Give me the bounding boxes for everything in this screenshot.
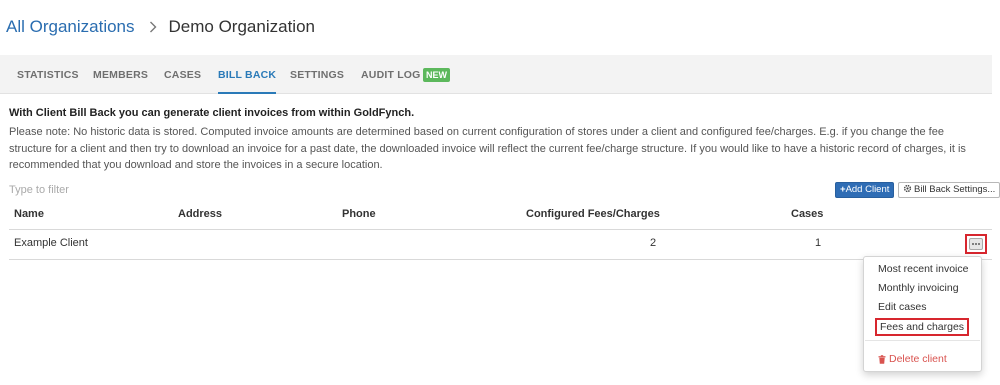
- menu-item-edit-cases[interactable]: Edit cases: [878, 301, 926, 313]
- add-client-label: Add Client: [845, 184, 890, 195]
- ellipsis-icon: [969, 238, 983, 250]
- delete-client-label: Delete client: [889, 353, 947, 365]
- column-header-name[interactable]: Name: [14, 208, 44, 220]
- client-name-cell: Example Client: [14, 237, 88, 249]
- tab-members[interactable]: MEMBERS: [93, 55, 148, 94]
- new-badge: NEW: [423, 68, 450, 82]
- row-actions-button[interactable]: [965, 234, 987, 254]
- tab-cases[interactable]: CASES: [164, 55, 201, 94]
- breadcrumb: All Organizations Demo Organization: [6, 17, 315, 37]
- column-header-fees-charges[interactable]: Configured Fees/Charges: [526, 208, 660, 220]
- column-header-phone[interactable]: Phone: [342, 208, 376, 220]
- table-row-divider: [9, 259, 992, 260]
- menu-item-monthly-invoicing[interactable]: Monthly invoicing: [878, 282, 959, 294]
- tab-statistics[interactable]: STATISTICS: [17, 55, 79, 94]
- gear-icon: [903, 184, 912, 198]
- tab-settings[interactable]: SETTINGS: [290, 55, 344, 94]
- row-actions-menu: Most recent invoice Monthly invoicing Ed…: [863, 256, 982, 372]
- menu-item-most-recent-invoice[interactable]: Most recent invoice: [878, 263, 968, 275]
- menu-divider: [865, 340, 980, 341]
- client-cases-cell: 1: [815, 237, 822, 249]
- tab-bill-back[interactable]: BILL BACK: [218, 55, 277, 94]
- chevron-right-icon: [149, 21, 157, 33]
- menu-item-delete-client[interactable]: Delete client: [878, 353, 947, 365]
- bill-back-settings-label: Bill Back Settings...: [914, 184, 996, 195]
- column-header-cases[interactable]: Cases: [791, 208, 823, 220]
- page-title: Demo Organization: [168, 17, 315, 36]
- bill-back-intro: With Client Bill Back you can generate c…: [9, 107, 415, 119]
- add-client-button[interactable]: +Add Client: [835, 182, 895, 198]
- menu-item-fees-and-charges[interactable]: Fees and charges: [875, 318, 970, 336]
- tab-audit-log[interactable]: AUDIT LOG: [361, 55, 421, 94]
- column-header-address[interactable]: Address: [178, 208, 222, 220]
- client-fees-cell: 2: [650, 237, 657, 249]
- bill-back-settings-button[interactable]: Bill Back Settings...: [898, 182, 1000, 198]
- bill-back-note: Please note: No historic data is stored.…: [9, 126, 966, 171]
- tab-bar: STATISTICS MEMBERS CASES BILL BACK SETTI…: [0, 55, 992, 94]
- filter-input[interactable]: [9, 181, 309, 199]
- table-header-divider: [9, 229, 992, 230]
- breadcrumb-all-organizations-link[interactable]: All Organizations: [6, 17, 135, 37]
- trash-icon: [878, 354, 886, 364]
